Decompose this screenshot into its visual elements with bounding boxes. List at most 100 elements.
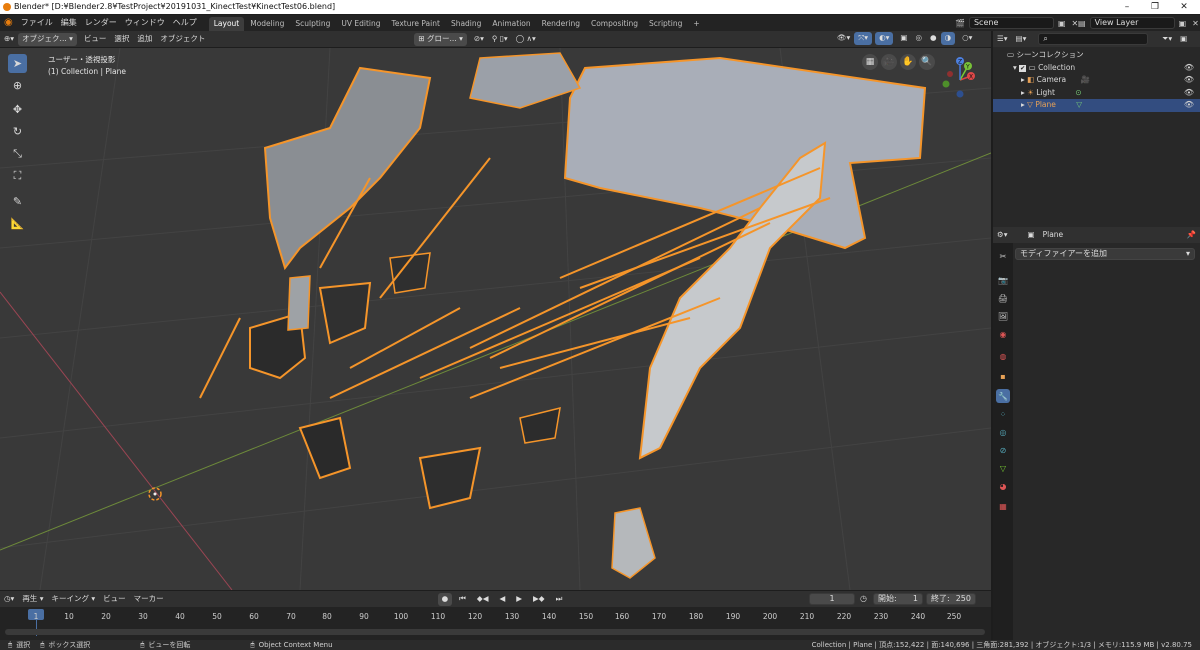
menu-playback[interactable]: 再生 ▾ <box>18 593 47 606</box>
shading-rendered-icon[interactable]: ○▾ <box>958 32 976 45</box>
new-scene-icon[interactable]: ▣ <box>1058 19 1066 28</box>
editor-type-icon[interactable]: ⊕▾ <box>0 33 18 46</box>
mesh-light-fragment[interactable] <box>287 275 311 331</box>
jump-start-icon[interactable]: ⏮ <box>455 593 470 606</box>
jump-end-icon[interactable]: ⏭ <box>552 593 567 606</box>
close-button[interactable]: ✕ <box>1170 0 1198 14</box>
new-collection-icon[interactable]: ▣ <box>1176 33 1191 46</box>
material-tab-icon[interactable]: ◕ <box>996 479 1010 493</box>
new-view-layer-icon[interactable]: ▣ <box>1179 19 1187 28</box>
mesh-chair-fragment-3[interactable] <box>298 416 352 480</box>
menu-edit[interactable]: 編集 <box>57 15 81 31</box>
menu-file[interactable]: ファイル <box>17 15 57 31</box>
gizmo-neg-z-icon[interactable] <box>956 90 964 98</box>
pan-hand-icon[interactable]: ✋ <box>900 54 916 70</box>
mesh-chair-fragment-6[interactable] <box>519 406 561 444</box>
eye-icon[interactable]: 👁 <box>1184 87 1194 100</box>
menu-marker[interactable]: マーカー <box>130 593 168 606</box>
remove-view-layer-icon[interactable]: ✕ <box>1192 19 1199 28</box>
mesh-chair-fragment-4[interactable] <box>418 446 482 510</box>
blender-menu-icon[interactable]: ◉ <box>0 15 17 31</box>
overlay-toggle-icon[interactable]: ◐▾ <box>875 32 894 45</box>
tab-texture-paint[interactable]: Texture Paint <box>387 17 445 31</box>
pivot-icon[interactable]: ⊘▾ <box>470 33 488 46</box>
outliner-item-plane[interactable]: ▸ ▽ Plane ▽ 👁 <box>993 99 1200 112</box>
visibility-icon[interactable]: 👁▾ <box>833 32 854 45</box>
snap-icon[interactable]: ⚲ ▯▾ <box>488 33 512 46</box>
object-tab-icon[interactable]: ▪ <box>996 369 1010 383</box>
shading-material-icon[interactable]: ◑ <box>940 32 956 45</box>
play-icon[interactable]: ▶ <box>512 593 526 606</box>
shading-solid-icon[interactable]: ● <box>926 32 941 45</box>
current-frame-field[interactable]: 1 <box>809 593 855 605</box>
output-tab-icon[interactable]: 🖨 <box>996 291 1010 305</box>
tab-rendering[interactable]: Rendering <box>537 17 585 31</box>
camera-view-icon[interactable]: 🎥 <box>881 54 897 70</box>
transform-orientation[interactable]: ⊞ グロー... ▾ <box>414 32 467 46</box>
menu-keying[interactable]: キーイング ▾ <box>47 593 99 606</box>
checkbox-icon[interactable]: ✔ <box>1019 65 1027 72</box>
mesh-back-wall[interactable] <box>563 56 927 250</box>
display-mode-icon[interactable]: ▤▾ <box>1012 33 1031 46</box>
next-keyframe-icon[interactable]: ▶◆ <box>529 593 549 606</box>
select-tool-button[interactable]: ➤ <box>8 54 27 73</box>
pin-icon[interactable]: 📌 <box>1183 229 1200 242</box>
eye-icon[interactable]: 👁 <box>1184 74 1194 87</box>
outliner-scene-collection[interactable]: ▭ シーンコレクション <box>993 49 1200 62</box>
expand-chevron-icon[interactable]: ▾ <box>1013 63 1017 72</box>
expand-arrow-icon[interactable]: ▸ <box>1021 88 1025 97</box>
measure-tool-button[interactable]: 📐 <box>8 214 27 233</box>
gizmo-neg-y-icon[interactable] <box>942 80 950 88</box>
add-modifier-dropdown[interactable]: モディファイアーを追加 ▾ <box>1015 248 1195 260</box>
annotate-tool-button[interactable]: ✎ <box>8 192 27 211</box>
mesh-left-wall[interactable] <box>263 66 432 271</box>
tab-uv-editing[interactable]: UV Editing <box>336 17 385 31</box>
scene-tab-icon[interactable]: ◉ <box>996 327 1010 341</box>
scale-tool-button[interactable]: ⤡ <box>8 144 27 163</box>
outliner-item-light[interactable]: ▸ ☀ Light ⊙ 👁 <box>993 87 1200 100</box>
gizmo-neg-x-icon[interactable] <box>947 71 953 77</box>
tab-modeling[interactable]: Modeling <box>245 17 289 31</box>
add-workspace-button[interactable]: + <box>688 17 704 31</box>
light-data-icon[interactable]: ⊙ <box>1075 88 1081 97</box>
menu-object[interactable]: オブジェクト <box>156 33 209 46</box>
outliner-search-input[interactable]: ⌕ <box>1038 33 1149 45</box>
menu-timeline-view[interactable]: ビュー <box>99 593 130 606</box>
timeline-editor-type-icon[interactable]: ◷▾ <box>0 593 18 606</box>
end-frame-field[interactable]: 終了: 250 <box>926 593 976 605</box>
world-tab-icon[interactable]: ◍ <box>996 349 1010 363</box>
proportional-edit-icon[interactable]: ◯ ∧▾ <box>512 33 540 46</box>
menu-select[interactable]: 選択 <box>110 33 133 46</box>
xray-icon[interactable]: ▣ <box>896 32 911 45</box>
expand-arrow-icon[interactable]: ▸ <box>1021 75 1025 84</box>
tab-shading[interactable]: Shading <box>446 17 486 31</box>
axis-gizmo[interactable]: X Y Z <box>938 56 983 101</box>
mesh-chair-fragment-2[interactable] <box>318 281 372 345</box>
minimize-button[interactable]: – <box>1113 0 1141 14</box>
filter-icon[interactable]: ⏷▾ <box>1158 33 1176 46</box>
mesh-top-fragment[interactable] <box>469 52 582 109</box>
view-layer-tab-icon[interactable]: 🖼 <box>996 309 1010 323</box>
clock-icon[interactable]: ◷ <box>860 594 867 603</box>
tab-layout[interactable]: Layout <box>208 17 245 31</box>
tool-tab-icon[interactable]: ✂ <box>996 249 1010 263</box>
properties-editor-type-icon[interactable]: ⚙▾ <box>993 229 1012 242</box>
tab-sculpting[interactable]: Sculpting <box>290 17 335 31</box>
mesh-data-icon[interactable]: ▽ <box>1076 100 1082 109</box>
camera-data-icon[interactable]: 🎥 <box>1080 75 1089 84</box>
constraints-tab-icon[interactable]: ⊘ <box>996 443 1010 457</box>
3d-viewport[interactable]: ユーザー・透視投影 (1) Collection | Plane ➤ ⊕ ✥ ↻… <box>0 48 991 590</box>
tab-animation[interactable]: Animation <box>487 17 535 31</box>
modifier-tab-icon[interactable]: 🔧 <box>996 389 1010 403</box>
tab-compositing[interactable]: Compositing <box>586 17 643 31</box>
physics-tab-icon[interactable]: ◎ <box>996 425 1010 439</box>
prev-keyframe-icon[interactable]: ◆◀ <box>473 593 493 606</box>
timeline-scrollbar[interactable] <box>5 629 985 635</box>
grid-view-icon[interactable]: ▦ <box>862 54 878 70</box>
3d-cursor[interactable] <box>148 487 162 501</box>
eye-icon[interactable]: 👁 <box>1184 99 1194 112</box>
transform-tool-button[interactable]: ⛶ <box>8 166 27 185</box>
mesh-data-tab-icon[interactable]: ▽ <box>996 461 1010 475</box>
texture-tab-icon[interactable]: ▦ <box>996 499 1010 513</box>
outliner-item-camera[interactable]: ▸ ◧ Camera 🎥 👁 <box>993 74 1200 87</box>
